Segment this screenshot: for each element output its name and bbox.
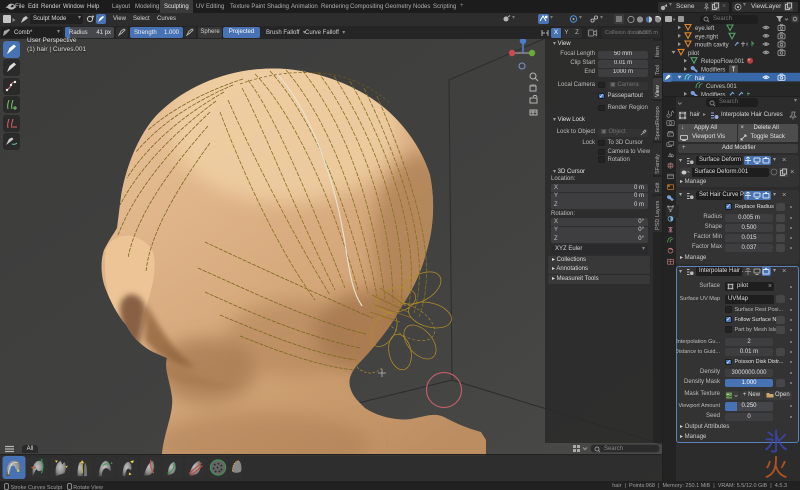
svg-text:Curves.001: Curves.001 (706, 84, 737, 90)
svg-text:mouth cavity: mouth cavity (695, 43, 729, 49)
svg-text:Modifiers: Modifiers (701, 68, 725, 74)
svg-text:Modifiers: Modifiers (701, 92, 725, 96)
svg-text:pilot: pilot (688, 51, 699, 57)
svg-text:hair: hair (695, 76, 705, 82)
svg-text:eye.right: eye.right (695, 34, 718, 40)
svg-text:RetopoFlow.001: RetopoFlow.001 (701, 59, 745, 65)
svg-text:eye.left: eye.left (695, 26, 715, 32)
